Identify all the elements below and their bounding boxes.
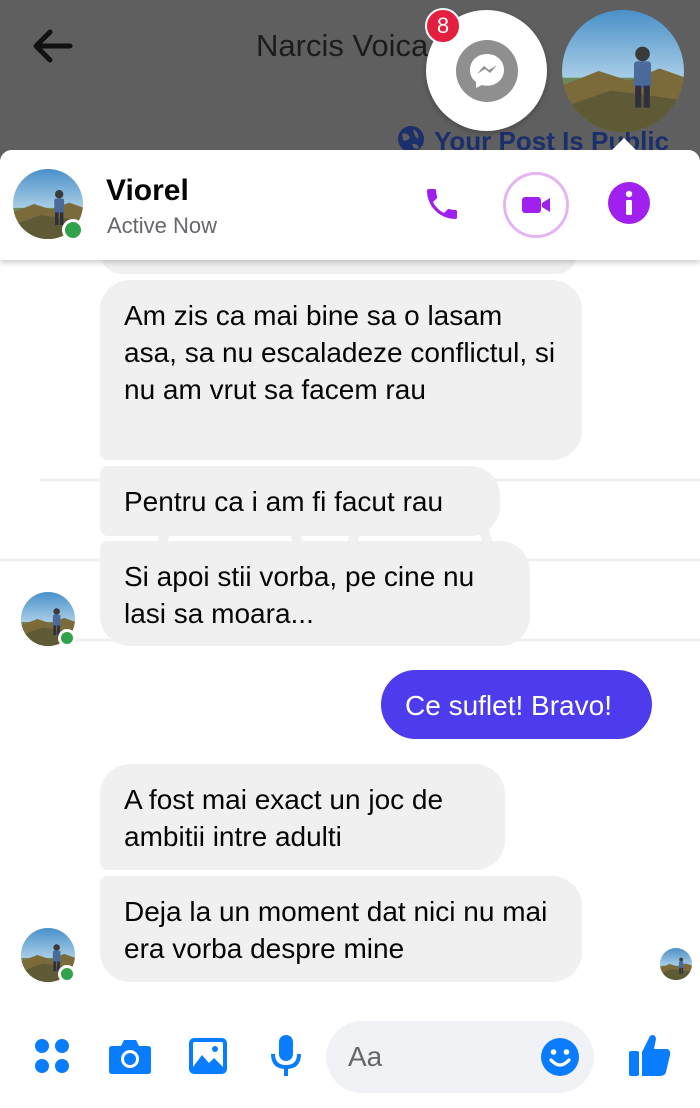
message-bubble-incoming[interactable]: Am zis ca mai bine sa o lasam asa, sa nu…: [100, 280, 582, 460]
online-status-dot: [62, 219, 84, 241]
chat-header: Viorel Active Now: [0, 150, 700, 260]
seen-receipt-avatar: [660, 948, 692, 980]
emoji-icon[interactable]: [540, 1037, 580, 1077]
message-input[interactable]: [348, 1037, 528, 1077]
message-composer[interactable]: [326, 1021, 594, 1093]
camera-icon[interactable]: [108, 1036, 152, 1076]
microphone-icon[interactable]: [268, 1034, 304, 1078]
contact-name[interactable]: Viorel: [106, 174, 189, 208]
video-camera-icon[interactable]: [503, 172, 569, 238]
message-bubble-incoming[interactable]: Si apoi stii vorba, pe cine nu lasi sa m…: [100, 541, 530, 646]
info-icon[interactable]: [608, 182, 650, 224]
message-bubble-incoming[interactable]: Deja la un moment dat nici nu mai era vo…: [100, 876, 582, 982]
unread-count-badge: 8: [425, 8, 461, 44]
thumbs-up-icon[interactable]: [628, 1032, 672, 1078]
contact-chat-head-avatar[interactable]: [562, 10, 684, 132]
apps-icon[interactable]: [32, 1036, 72, 1076]
active-status: Active Now: [107, 213, 218, 238]
online-status-dot: [58, 965, 76, 983]
message-bubble-incoming[interactable]: A fost mai exact un joc de ambitii intre…: [100, 764, 505, 870]
phone-icon[interactable]: [420, 182, 464, 226]
messenger-icon: [455, 39, 518, 102]
message-bubble-outgoing[interactable]: Ce suflet! Bravo!: [381, 670, 652, 739]
message-bubble-incoming[interactable]: Pentru ca i am fi facut rau: [100, 466, 500, 536]
image-icon[interactable]: [188, 1036, 228, 1076]
background-page-title: Narcis Voica: [256, 28, 429, 63]
back-arrow-icon[interactable]: [26, 24, 78, 68]
online-status-dot: [58, 629, 76, 647]
